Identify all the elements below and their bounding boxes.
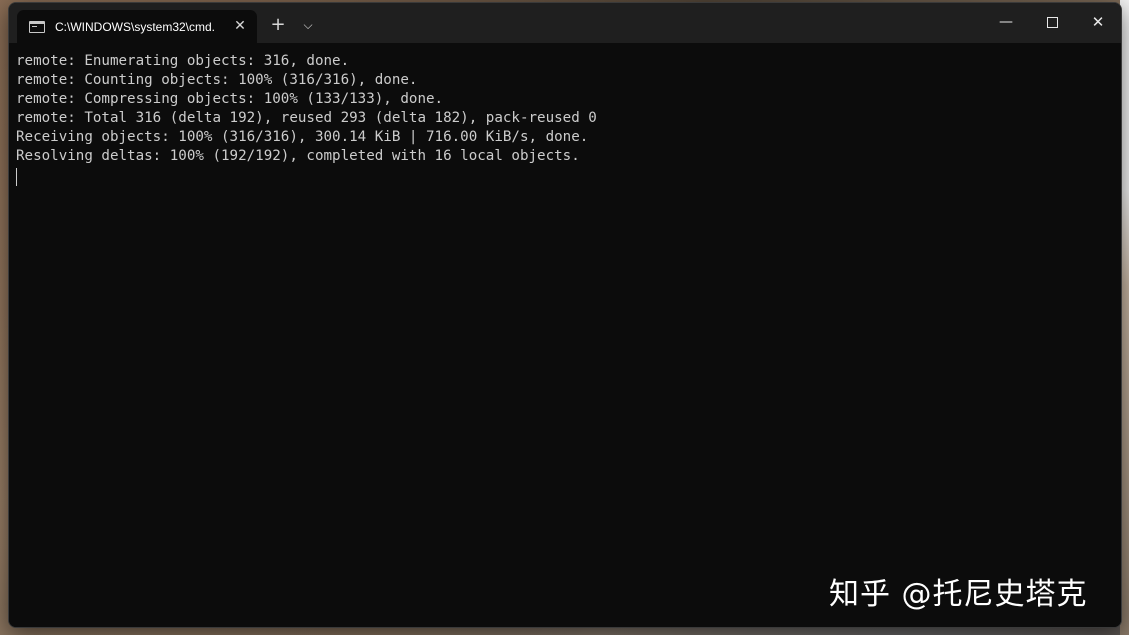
terminal-output[interactable]: remote: Enumerating objects: 316, done. … bbox=[9, 43, 1121, 627]
terminal-line: Receiving objects: 100% (316/316), 300.1… bbox=[16, 129, 589, 145]
chevron-down-icon[interactable]: ⌵ bbox=[297, 14, 319, 36]
tab-title: C:\WINDOWS\system32\cmd. bbox=[55, 19, 216, 34]
tab-close-icon[interactable]: ✕ bbox=[231, 17, 249, 35]
cmd-terminal-icon bbox=[29, 20, 45, 33]
title-bar[interactable]: C:\WINDOWS\system32\cmd. ✕ + ⌵ — ✕ bbox=[9, 3, 1121, 43]
close-button[interactable]: ✕ bbox=[1075, 3, 1121, 43]
terminal-line: remote: Total 316 (delta 192), reused 29… bbox=[16, 110, 597, 126]
terminal-line: Resolving deltas: 100% (192/192), comple… bbox=[16, 148, 580, 164]
terminal-line: remote: Enumerating objects: 316, done. bbox=[16, 53, 350, 69]
new-tab-button[interactable]: + bbox=[267, 14, 289, 36]
tab-cmd[interactable]: C:\WINDOWS\system32\cmd. ✕ bbox=[17, 10, 257, 43]
terminal-line: remote: Counting objects: 100% (316/316)… bbox=[16, 72, 418, 88]
text-cursor bbox=[16, 168, 17, 186]
watermark: 知乎 @托尼史塔克 bbox=[829, 577, 1088, 612]
minimize-button[interactable]: — bbox=[983, 3, 1029, 43]
maximize-icon bbox=[1046, 17, 1058, 28]
terminal-line: remote: Compressing objects: 100% (133/1… bbox=[16, 91, 444, 107]
maximize-button[interactable] bbox=[1029, 3, 1075, 43]
terminal-window: C:\WINDOWS\system32\cmd. ✕ + ⌵ — ✕ remot… bbox=[8, 2, 1122, 628]
